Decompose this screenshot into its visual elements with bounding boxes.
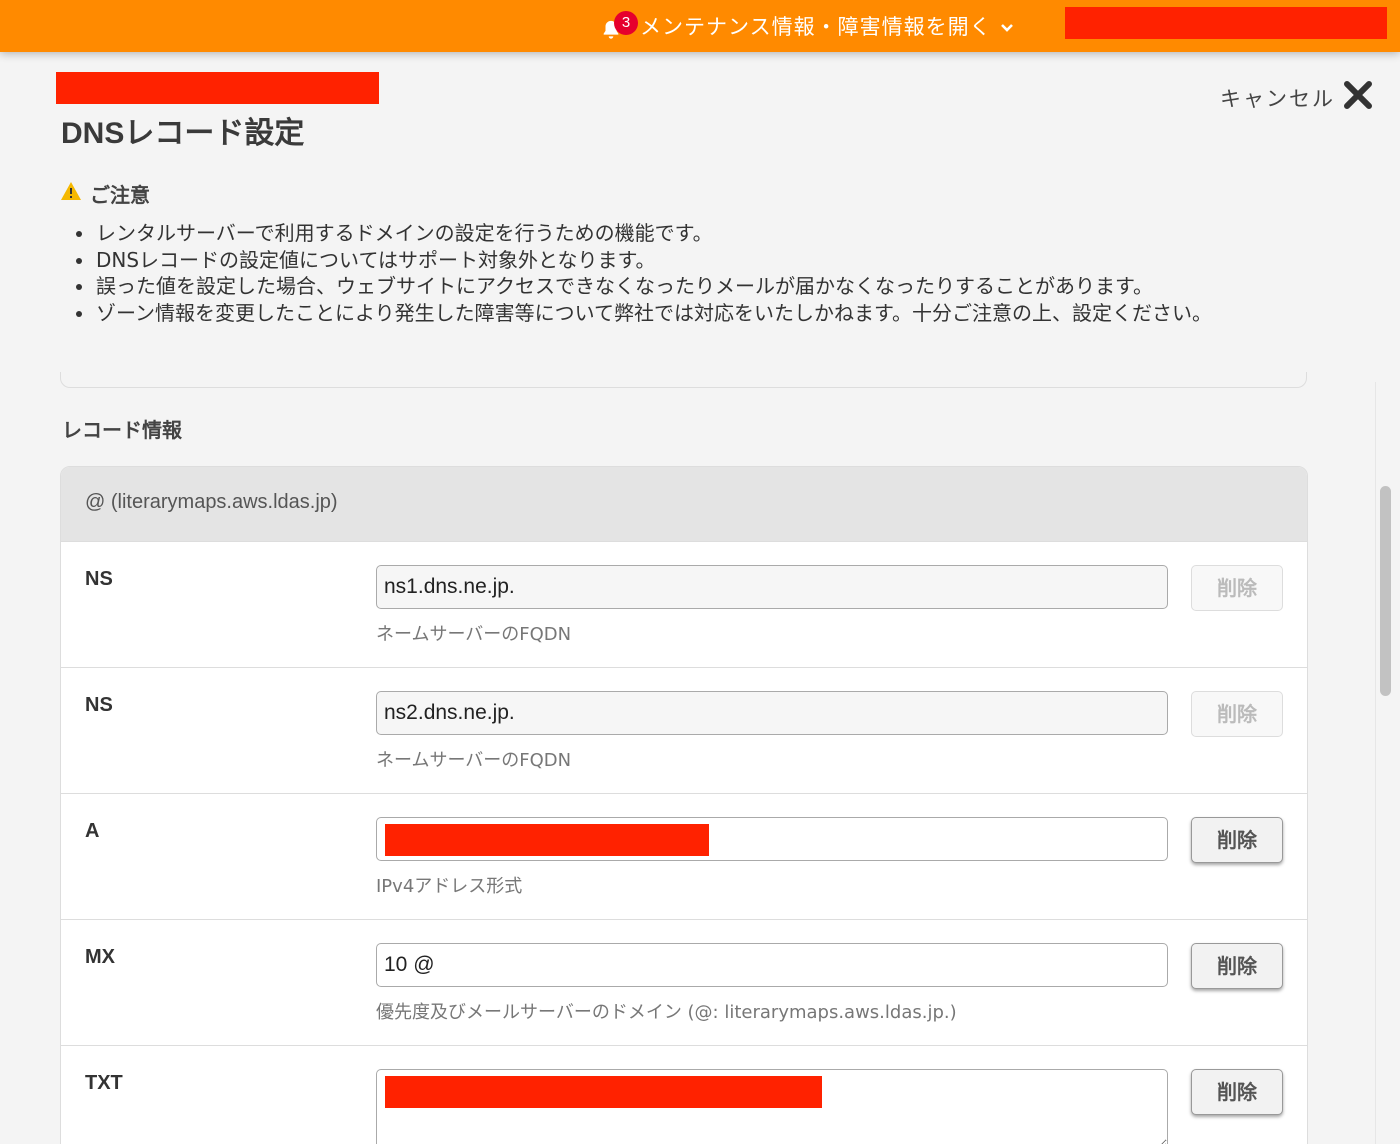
record-row: NS ネームサーバーのFQDN 削除: [61, 541, 1307, 667]
notice-item: ゾーン情報を変更したことにより発生した障害等について弊社では対応をいたしかねます…: [76, 300, 1316, 327]
delete-button[interactable]: 削除: [1191, 817, 1283, 863]
redacted-block: [1065, 7, 1387, 39]
notice-list: レンタルサーバーで利用するドメインの設定を行うための機能です。 DNSレコードの…: [76, 220, 1316, 326]
cancel-button[interactable]: キャンセル: [1220, 80, 1373, 115]
delete-button[interactable]: 削除: [1191, 1069, 1283, 1115]
notice-heading-label: ご注意: [90, 183, 150, 207]
notice-item: レンタルサーバーで利用するドメインの設定を行うための機能です。: [76, 220, 1316, 247]
close-icon: [1343, 80, 1373, 115]
delete-button[interactable]: 削除: [1191, 943, 1283, 989]
section-title: レコード情報: [62, 418, 182, 442]
warning-icon: [60, 181, 90, 206]
record-type: NS: [85, 568, 113, 590]
record-card: @ (literarymaps.aws.ldas.jp) NS ネームサーバーの…: [60, 466, 1308, 1144]
top-bar: 3 メンテナンス情報・障害情報を開く: [0, 0, 1400, 52]
record-type: NS: [85, 694, 113, 716]
notification-count-badge: 3: [614, 11, 638, 35]
notice-heading: ご注意: [60, 179, 150, 208]
record-hint: IPv4アドレス形式: [376, 876, 523, 897]
chevron-down-icon: [1000, 14, 1014, 38]
delete-button: 削除: [1191, 565, 1283, 611]
record-type: A: [85, 820, 100, 842]
cancel-label: キャンセル: [1220, 86, 1335, 111]
record-value-input[interactable]: [376, 565, 1168, 609]
maintenance-label: メンテナンス情報・障害情報を開く: [640, 15, 992, 39]
record-row: A IPv4アドレス形式 削除: [61, 793, 1307, 919]
record-hint: 優先度及びメールサーバーのドメイン (@: literarymaps.aws.l…: [376, 1002, 957, 1023]
record-hint: ネームサーバーのFQDN: [376, 750, 572, 771]
notice-item: DNSレコードの設定値についてはサポート対象外となります。: [76, 247, 1316, 274]
notice-item: 誤った値を設定した場合、ウェブサイトにアクセスできなくなったりメールが届かなくな…: [76, 273, 1316, 300]
redacted-block: [385, 1076, 822, 1108]
record-row: NS ネームサーバーのFQDN 削除: [61, 667, 1307, 793]
redacted-block: [385, 824, 709, 856]
record-value-input[interactable]: [376, 691, 1168, 735]
record-hint: ネームサーバーのFQDN: [376, 624, 572, 645]
bell-icon: 3: [600, 11, 638, 41]
record-row: TXT 削除: [61, 1045, 1307, 1144]
notice-box-bottom: [60, 372, 1307, 388]
delete-button: 削除: [1191, 691, 1283, 737]
record-type: MX: [85, 946, 115, 968]
maintenance-toggle[interactable]: 3 メンテナンス情報・障害情報を開く: [600, 8, 1014, 44]
record-type: TXT: [85, 1072, 123, 1094]
redacted-block: [56, 72, 379, 104]
scrollbar-thumb[interactable]: [1380, 486, 1391, 696]
page-title: DNSレコード設定: [61, 117, 305, 150]
record-value-input[interactable]: [376, 943, 1168, 987]
record-row: MX 優先度及びメールサーバーのドメイン (@: literarymaps.aw…: [61, 919, 1307, 1045]
zone-header: @ (literarymaps.aws.ldas.jp): [61, 467, 1307, 541]
